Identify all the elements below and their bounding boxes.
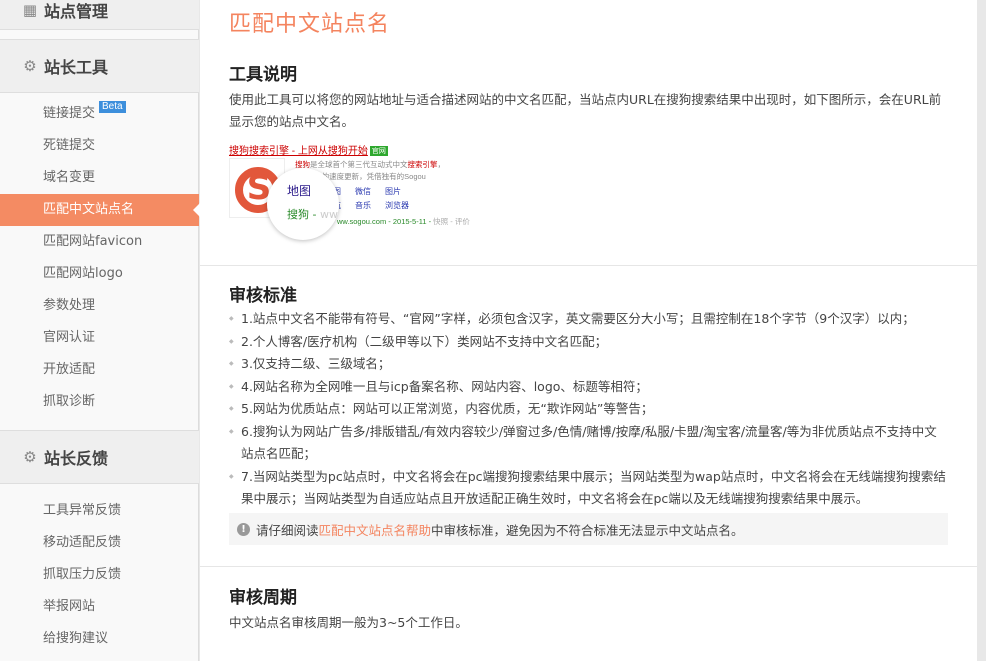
sidebar-item-match-chinese-site-name[interactable]: 匹配中文站点名: [0, 194, 200, 226]
sidebar-item-label: 开放适配: [43, 362, 96, 377]
list-item: 2.个人博客/医疗机构（二级甲等以下）类网站不支持中文名匹配；: [229, 331, 949, 354]
list-item: 3.仅支持二级、三级域名；: [229, 353, 949, 376]
page-background-edge: [977, 0, 986, 661]
sidebar-item-label: 死链提交: [43, 138, 96, 153]
page-title: 匹配中文站点名: [229, 12, 391, 37]
sidebar-item-domain-change[interactable]: 域名变更: [0, 162, 199, 194]
sidebar-item-link-submit[interactable]: 链接提交 Beta: [0, 98, 199, 130]
sidebar-item-mobile-adaptation-feedback[interactable]: 移动适配反馈: [0, 527, 199, 559]
sidebar-item-label: 匹配网站favicon: [43, 234, 143, 249]
sidebar-item-match-favicon[interactable]: 匹配网站favicon: [0, 226, 199, 258]
example-result-title: 搜狗搜索引擎 - 上网从搜狗开始 官网: [229, 146, 388, 157]
sidebar-item-label: 给搜狗建议: [43, 631, 109, 646]
section-divider: [200, 265, 977, 266]
magnifier-text-1: 地图: [287, 184, 312, 198]
notice-box: ! 请仔细阅读 匹配中文站点名帮助 中审核标准，避免因为不符合标准无法显示中文站点名…: [229, 513, 948, 545]
sidebar: ▦ 站点管理 ⚙ 站长工具 链接提交 Beta 死链提交 域名变更 匹配中文站点名…: [0, 0, 200, 661]
magnifier-circle: [267, 168, 339, 240]
example-search-result-image: 搜狗搜索引擎 - 上网从搜狗开始 官网 S 搜狗是全球首个第三代互动式中文搜索引擎…: [229, 142, 470, 240]
sidebar-item-label: 举报网站: [43, 599, 96, 614]
official-badge: 官网: [369, 146, 388, 156]
main-content: 匹配中文站点名 工具说明 使用此工具可以将您的网站地址与适合描述网站的中文名匹配…: [200, 0, 977, 661]
criteria-list: 1.站点中文名不能带有符号、“官网”字样，必须包含汉字，英文需要区分大小写；且需…: [229, 308, 949, 511]
cycle-heading: 审核周期: [229, 588, 297, 608]
sidebar-item-label: 匹配中文站点名: [43, 202, 135, 217]
sidebar-section-site-management[interactable]: ▦ 站点管理: [0, 0, 199, 30]
list-item: 7.当网站类型为pc站点时，中文名将会在pc端搜狗搜索结果中展示；当网站类型为w…: [229, 466, 949, 511]
sidebar-item-open-adaptation[interactable]: 开放适配: [0, 354, 199, 386]
sidebar-section-label: 站长反馈: [44, 449, 109, 468]
beta-badge: Beta: [99, 101, 126, 113]
magnifier-text-2: 搜狗 - ww: [287, 208, 338, 221]
list-item: 6.搜狗认为网站广告多/排版错乱/有效内容较少/弹窗过多/色情/赌博/按摩/私服…: [229, 421, 949, 466]
sidebar-item-label: 抓取压力反馈: [43, 567, 122, 582]
sidebar-item-suggestions[interactable]: 给搜狗建议: [0, 623, 199, 655]
sidebar-section-webmaster-feedback[interactable]: ⚙ 站长反馈: [0, 430, 199, 484]
list-item: 1.站点中文名不能带有符号、“官网”字样，必须包含汉字，英文需要区分大小写；且需…: [229, 308, 949, 331]
sidebar-item-label: 参数处理: [43, 298, 96, 313]
sidebar-item-parameter-handling[interactable]: 参数处理: [0, 290, 199, 322]
sidebar-section-label: 站点管理: [44, 1, 109, 21]
sidebar-item-crawl-diagnosis[interactable]: 抓取诊断: [0, 386, 199, 418]
sidebar-item-label: 抓取诊断: [43, 394, 96, 409]
intro-heading: 工具说明: [229, 65, 297, 85]
sidebar-item-label: 官网认证: [43, 330, 96, 345]
list-item: 4.网站名称为全网唯一且与icp备案名称、网站内容、logo、标题等相符；: [229, 376, 949, 399]
criteria-heading: 审核标准: [229, 286, 297, 306]
list-item: 5.网站为优质站点：网站可以正常浏览，内容优质，无“欺诈网站”等警告；: [229, 398, 949, 421]
sidebar-item-label: 工具异常反馈: [43, 503, 122, 518]
section-divider: [200, 566, 977, 567]
sidebar-section-webmaster-tools[interactable]: ⚙ 站长工具: [0, 39, 199, 93]
sidebar-item-crawl-pressure-feedback[interactable]: 抓取压力反馈: [0, 559, 199, 591]
notice-prefix: 请仔细阅读: [256, 522, 319, 538]
sidebar-item-match-logo[interactable]: 匹配网站logo: [0, 258, 199, 290]
example-snippet-line-1: 搜狗是全球首个第三代互动式中文搜索引擎，: [295, 160, 445, 169]
sidebar-item-dead-link-submit[interactable]: 死链提交: [0, 130, 199, 162]
sidebar-item-report-site[interactable]: 举报网站: [0, 591, 199, 623]
sidebar-item-tool-error-feedback[interactable]: 工具异常反馈: [0, 495, 199, 527]
gear-icon: ⚙: [23, 57, 37, 75]
sidebar-item-label: 匹配网站logo: [43, 266, 123, 281]
example-url: ww.sogou.com - 2015-5-11 - 快照 - 评价: [337, 217, 470, 226]
example-links-row-1: 地图微信图片: [325, 187, 401, 196]
intro-text: 使用此工具可以将您的网站地址与适合描述网站的中文名匹配，当站点内URL在搜狗搜索…: [229, 92, 942, 129]
sidebar-item-official-verification[interactable]: 官网认证: [0, 322, 199, 354]
sidebar-item-label: 移动适配反馈: [43, 535, 122, 550]
cycle-text: 中文站点名审核周期一般为3~5个工作日。: [229, 615, 468, 630]
exclamation-icon: !: [237, 522, 250, 536]
notice-suffix: 中审核标准，避免因为不符合标准无法显示中文站点名。: [431, 522, 744, 538]
sidebar-item-label: 链接提交: [43, 106, 96, 121]
sidebar-item-label: 域名变更: [43, 170, 96, 185]
help-link[interactable]: 匹配中文站点名帮助: [319, 520, 432, 539]
example-links-row-2: 导航音乐浏览器: [325, 201, 409, 210]
grid-icon: ▦: [22, 0, 38, 19]
sidebar-section-label: 站长工具: [44, 58, 109, 77]
gear-icon: ⚙: [23, 448, 37, 466]
